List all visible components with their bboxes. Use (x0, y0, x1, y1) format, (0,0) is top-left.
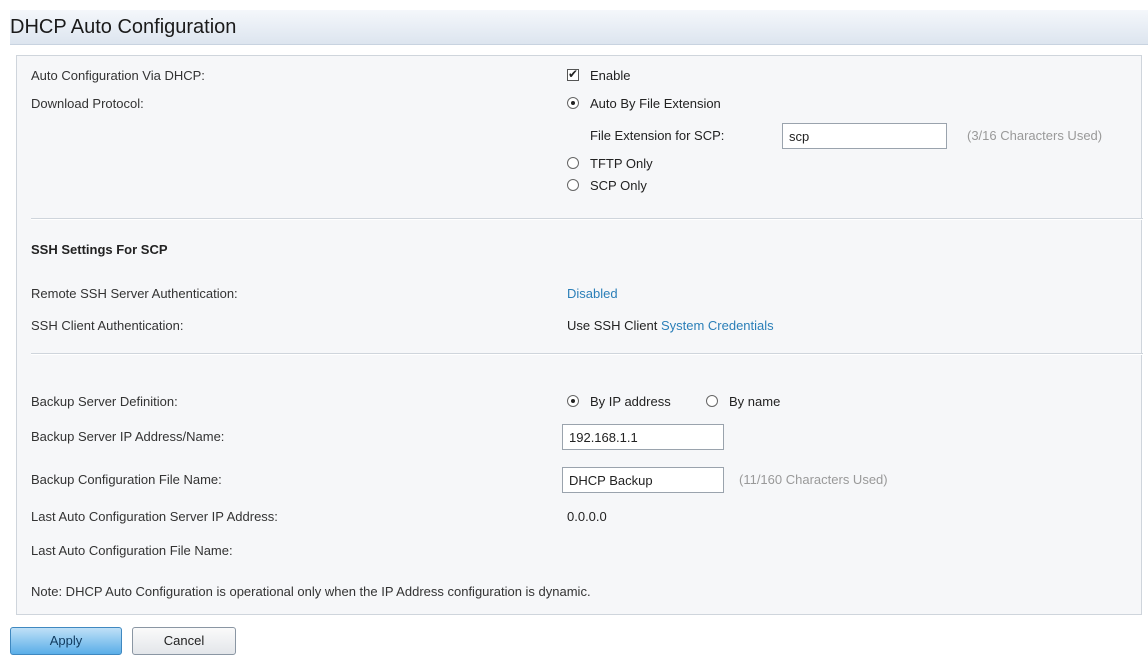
ssh-client-auth-label: SSH Client Authentication: (31, 318, 184, 333)
note-text: Note: DHCP Auto Configuration is operati… (31, 584, 591, 599)
scp-extension-input[interactable] (782, 123, 947, 149)
radio-by-ip-address-label: By IP address (590, 394, 671, 409)
enable-checkbox[interactable] (567, 67, 579, 81)
ssh-client-auth-value: Use SSH Client System Credentials (567, 318, 774, 333)
download-protocol-label: Download Protocol: (31, 96, 144, 111)
ssh-client-auth-prefix: Use SSH Client (567, 318, 658, 333)
ssh-section-heading: SSH Settings For SCP (31, 242, 168, 257)
page-title: DHCP Auto Configuration (10, 16, 237, 38)
scp-extension-hint: (3/16 Characters Used) (967, 128, 1103, 143)
radio-auto-by-extension[interactable] (567, 97, 579, 109)
backup-definition-label: Backup Server Definition: (31, 394, 178, 409)
radio-scp-only-label: SCP Only (590, 178, 647, 193)
radio-tftp-only[interactable] (567, 157, 579, 169)
remote-ssh-auth-label: Remote SSH Server Authentication: (31, 286, 238, 301)
radio-by-name[interactable] (706, 395, 718, 407)
settings-panel: Auto Configuration Via DHCP: Enable Down… (16, 55, 1143, 615)
backup-server-input[interactable] (562, 424, 724, 450)
radio-auto-by-extension-label: Auto By File Extension (590, 96, 721, 111)
last-file-name-label: Last Auto Configuration File Name: (31, 543, 233, 558)
radio-tftp-only-label: TFTP Only (590, 156, 653, 171)
divider (31, 353, 1143, 355)
scp-extension-label: File Extension for SCP: (590, 128, 725, 143)
cancel-button[interactable]: Cancel (132, 627, 236, 655)
radio-scp-only[interactable] (567, 179, 579, 191)
system-credentials-link[interactable]: System Credentials (661, 318, 774, 333)
radio-by-ip-address[interactable] (567, 395, 579, 407)
title-bar: DHCP Auto Configuration (10, 10, 1148, 45)
backup-file-label: Backup Configuration File Name: (31, 472, 222, 487)
apply-button[interactable]: Apply (10, 627, 122, 655)
page: DHCP Auto Configuration Auto Configurati… (10, 0, 1148, 655)
last-server-ip-value: 0.0.0.0 (567, 509, 607, 524)
backup-file-hint: (11/160 Characters Used) (739, 472, 888, 487)
radio-by-name-label: By name (729, 394, 781, 409)
backup-file-input[interactable] (562, 467, 724, 493)
remote-ssh-auth-link[interactable]: Disabled (567, 286, 618, 301)
divider (31, 218, 1143, 220)
auto-config-label: Auto Configuration Via DHCP: (31, 68, 205, 83)
backup-server-label: Backup Server IP Address/Name: (31, 429, 225, 444)
enable-label: Enable (590, 68, 631, 83)
last-server-ip-label: Last Auto Configuration Server IP Addres… (31, 509, 278, 524)
